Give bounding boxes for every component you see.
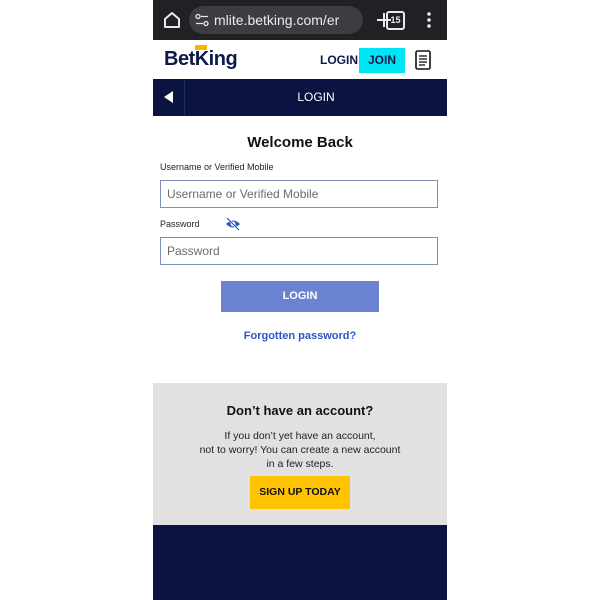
signup-description: If you don’t yet have an account, not to… bbox=[173, 429, 427, 471]
header-login-link[interactable]: LOGIN bbox=[320, 53, 358, 67]
password-input[interactable] bbox=[160, 237, 438, 265]
username-label: Username or Verified Mobile bbox=[160, 162, 274, 172]
tabs-icon[interactable]: 15 bbox=[386, 11, 405, 30]
signup-line-2: not to worry! You can create a new accou… bbox=[199, 444, 401, 456]
signup-heading: Don’t have an account? bbox=[226, 403, 374, 418]
betslip-icon[interactable] bbox=[415, 50, 431, 70]
address-bar[interactable]: mlite.betking.com/er bbox=[189, 6, 363, 34]
join-button[interactable]: JOIN bbox=[359, 48, 405, 73]
sign-up-button[interactable]: SIGN UP TODAY bbox=[250, 476, 350, 509]
welcome-heading: Welcome Back bbox=[247, 134, 353, 151]
url-text[interactable]: mlite.betking.com/er bbox=[214, 12, 339, 28]
username-input[interactable] bbox=[160, 180, 438, 208]
signup-panel: Don’t have an account? If you don’t yet … bbox=[153, 383, 447, 525]
browser-toolbar: mlite.betking.com/er 15 bbox=[153, 0, 447, 40]
logo-bet: Bet bbox=[164, 48, 195, 70]
page-title: LOGIN bbox=[297, 90, 335, 104]
back-arrow-icon bbox=[164, 91, 173, 103]
signup-line-3: in a few steps. bbox=[266, 458, 334, 470]
site-settings-icon[interactable] bbox=[195, 13, 209, 27]
overflow-menu-icon[interactable] bbox=[421, 9, 437, 31]
phone-screen: mlite.betking.com/er 15 BetKing LOGIN JO… bbox=[153, 0, 447, 600]
eye-slash-icon[interactable] bbox=[225, 217, 241, 231]
back-button[interactable] bbox=[153, 79, 185, 116]
page-nav-bar: LOGIN bbox=[153, 79, 447, 116]
footer bbox=[153, 525, 447, 600]
login-button[interactable]: LOGIN bbox=[221, 281, 379, 312]
password-label: Password bbox=[160, 219, 200, 229]
signup-line-1: If you don’t yet have an account, bbox=[224, 430, 376, 442]
home-icon[interactable] bbox=[161, 9, 183, 31]
betking-logo[interactable]: BetKing bbox=[164, 48, 238, 71]
site-header: BetKing LOGIN JOIN bbox=[153, 40, 447, 79]
forgot-password-link[interactable]: Forgotten password? bbox=[153, 330, 447, 342]
logo-king: King bbox=[194, 48, 238, 70]
